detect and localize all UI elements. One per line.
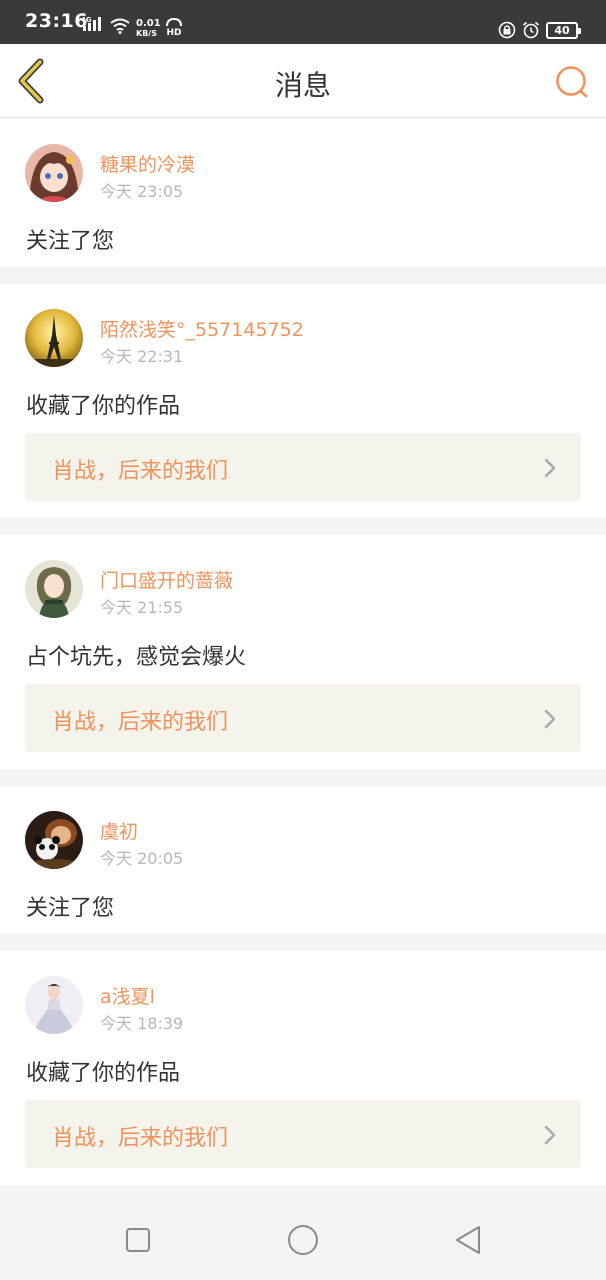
avatar[interactable]: [25, 560, 83, 618]
header: 消息: [0, 44, 606, 118]
network-label: 4G: [81, 16, 92, 24]
message-item[interactable]: a浅夏l 今天 18:39 收藏了你的作品 肖战，后来的我们: [0, 951, 606, 1185]
timestamp: 今天 23:05: [100, 182, 184, 201]
username[interactable]: 陌然浅笑°_557145752: [100, 315, 304, 342]
hd-label: HD: [166, 28, 181, 36]
timestamp: 今天 20:05: [100, 849, 184, 868]
search-icon: [556, 66, 588, 98]
message-item[interactable]: 门口盛开的蔷薇 今天 21:55 占个坑先，感觉会爆火 肖战，后来的我们: [0, 535, 606, 769]
avatar[interactable]: [25, 811, 83, 869]
search-button[interactable]: [552, 62, 592, 102]
back-nav-button[interactable]: [450, 1222, 486, 1258]
speed-value: 0.01: [136, 18, 161, 29]
status-bar: 23:16 4G 0.01 KB/S HD 40: [0, 0, 606, 44]
system-nav-bar: [0, 1198, 606, 1280]
alarm-icon: [522, 21, 540, 39]
username[interactable]: a浅夏l: [100, 982, 155, 1009]
chevron-right-icon: [544, 709, 556, 729]
comment-text: 占个坑先，感觉会爆火: [26, 645, 247, 670]
chevron-right-icon: [544, 458, 556, 478]
username[interactable]: 糖果的冷漠: [100, 150, 195, 177]
message-item[interactable]: 虞初 今天 20:05 关注了您: [0, 786, 606, 934]
chevron-right-icon: [544, 1125, 556, 1145]
timestamp: 今天 21:55: [100, 598, 184, 617]
recents-button[interactable]: [120, 1222, 156, 1258]
avatar[interactable]: [25, 144, 83, 202]
message-item[interactable]: 陌然浅笑°_557145752 今天 22:31 收藏了你的作品 肖战，后来的我…: [0, 284, 606, 518]
timestamp: 今天 22:31: [100, 347, 184, 366]
avatar[interactable]: [25, 309, 83, 367]
avatar[interactable]: [25, 976, 83, 1034]
page-title: 消息: [274, 69, 331, 102]
wifi-icon: [110, 18, 130, 34]
hd-icon: HD: [166, 18, 182, 36]
battery-indicator: 40: [546, 22, 581, 39]
username[interactable]: 虞初: [100, 817, 138, 844]
username[interactable]: 门口盛开的蔷薇: [100, 566, 233, 593]
speed-unit: KB/S: [136, 29, 157, 38]
home-button[interactable]: [285, 1222, 321, 1258]
work-link[interactable]: 肖战，后来的我们: [25, 684, 581, 752]
network-speed: 0.01 KB/S: [136, 18, 161, 39]
work-title: 肖战，后来的我们: [52, 459, 229, 484]
work-link[interactable]: 肖战，后来的我们: [25, 433, 581, 501]
action-text: 收藏了你的作品: [26, 394, 181, 419]
action-text: 关注了您: [26, 896, 115, 921]
work-title: 肖战，后来的我们: [52, 1126, 229, 1151]
message-list: 糖果的冷漠 今天 23:05 关注了您 陌然浅笑°_557145752 今天 2…: [0, 119, 606, 1185]
status-time: 23:16: [25, 10, 88, 32]
work-title: 肖战，后来的我们: [52, 710, 229, 735]
work-link[interactable]: 肖战，后来的我们: [25, 1100, 581, 1168]
messages-screen: 23:16 4G 0.01 KB/S HD 40 消息 糖果的冷漠 今天 23:…: [0, 0, 606, 1280]
signal-icon: 4G: [81, 16, 101, 31]
rotation-lock-icon: [498, 21, 516, 39]
action-text: 关注了您: [26, 229, 115, 254]
action-text: 收藏了你的作品: [26, 1061, 181, 1086]
timestamp: 今天 18:39: [100, 1014, 184, 1033]
message-item[interactable]: 糖果的冷漠 今天 23:05 关注了您: [0, 119, 606, 267]
